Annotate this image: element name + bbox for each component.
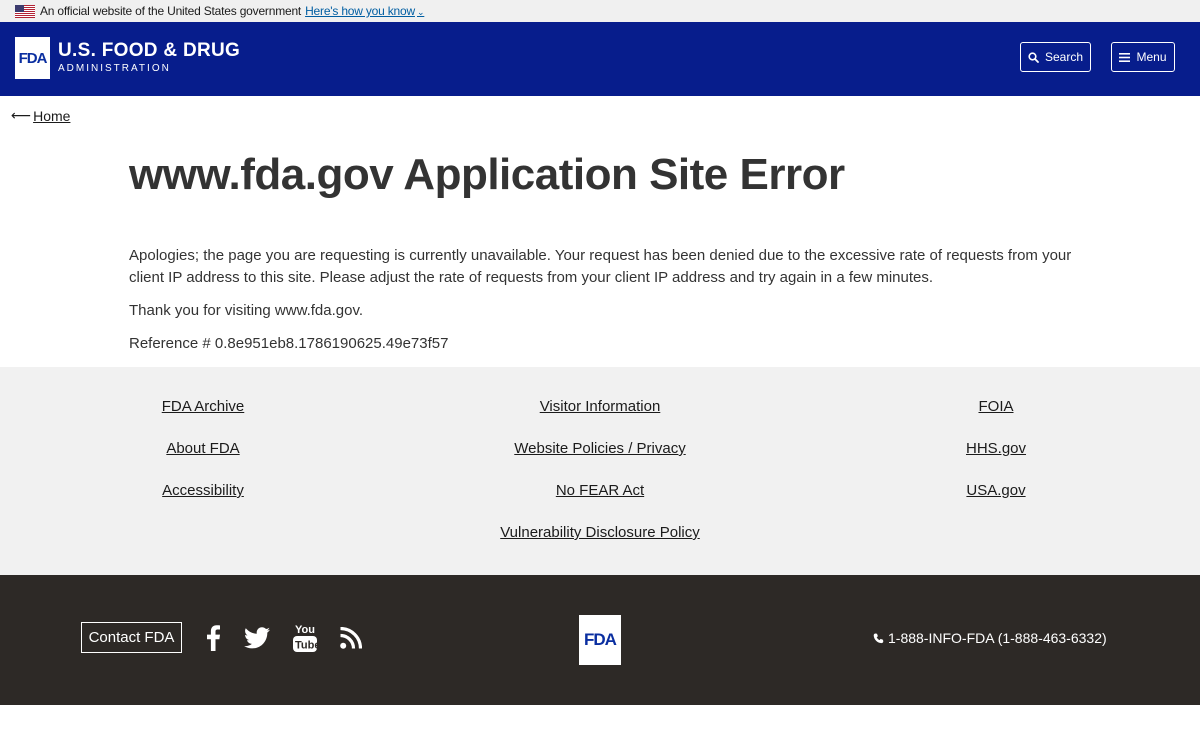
footer-link-visitor-information[interactable]: Visitor Information (540, 398, 661, 415)
gov-banner: An official website of the United States… (0, 0, 1200, 22)
us-flag-icon (15, 4, 35, 18)
footer-link-website-policies[interactable]: Website Policies / Privacy (514, 440, 685, 457)
fda-wordmark[interactable]: U.S. FOOD & DRUG ADMINISTRATION (58, 41, 240, 76)
fda-logo[interactable]: FDA (15, 37, 50, 79)
rss-icon[interactable] (336, 623, 366, 653)
search-button-label: Search (1044, 50, 1084, 64)
hamburger-icon (1119, 52, 1131, 62)
footer-link-fda-archive[interactable]: FDA Archive (162, 398, 245, 415)
svg-text:You: You (295, 624, 315, 636)
how-you-know-link[interactable]: Here's how you know ⌄ (305, 4, 424, 18)
footer-link-hhs[interactable]: HHS.gov (966, 440, 1026, 457)
facebook-icon[interactable] (198, 623, 228, 653)
arrow-left-icon: ⟵ (11, 107, 32, 123)
page-bottom (0, 705, 1200, 750)
footer-link-usa-gov[interactable]: USA.gov (966, 482, 1025, 499)
footer-link-vulnerability-disclosure[interactable]: Vulnerability Disclosure Policy (500, 524, 700, 541)
phone-icon (873, 633, 884, 643)
site-header: FDA U.S. FOOD & DRUG ADMINISTRATION Sear… (0, 22, 1200, 96)
wordmark-line1: U.S. FOOD & DRUG (58, 40, 241, 61)
svg-text:Tube: Tube (295, 640, 318, 652)
error-message: Apologies; the page you are requesting i… (129, 247, 1072, 286)
search-icon (1028, 51, 1039, 63)
menu-button-label: Menu (1136, 50, 1167, 64)
footer-link-foia[interactable]: FOIA (978, 398, 1013, 415)
official-website-text: An official website of the United States… (40, 4, 302, 18)
menu-button[interactable]: Menu (1111, 42, 1175, 72)
footer-link-accessibility[interactable]: Accessibility (162, 482, 244, 499)
chevron-down-icon: ⌄ (416, 7, 425, 17)
thank-you-message: Thank you for visiting www.fda.gov. (129, 302, 363, 319)
page-title: www.fda.gov Application Site Error (129, 150, 845, 199)
phone-number-text: 1-888-INFO-FDA (1-888-463-6332) (888, 630, 1107, 646)
breadcrumb: ⟵ Home (11, 107, 70, 124)
twitter-icon[interactable] (242, 623, 272, 653)
footer-links-section: FDA Archive About FDA Accessibility Visi… (0, 367, 1200, 575)
youtube-icon[interactable]: You Tube (290, 621, 320, 655)
reference-number: Reference # 0.8e951eb8.1786190625.49e73f… (129, 335, 449, 352)
footer-link-no-fear-act[interactable]: No FEAR Act (556, 482, 644, 499)
wordmark-line2: ADMINISTRATION (58, 63, 171, 74)
footer-link-about-fda[interactable]: About FDA (166, 440, 239, 457)
phone-number[interactable]: 1-888-INFO-FDA (1-888-463-6332) (873, 630, 1107, 646)
search-button[interactable]: Search (1020, 42, 1091, 72)
footer-fda-logo[interactable]: FDA (579, 615, 621, 665)
contact-fda-button[interactable]: Contact FDA (81, 622, 182, 653)
breadcrumb-home-link[interactable]: Home (33, 108, 70, 124)
footer-bar: Contact FDA You Tube FDA 1-888-INFO-FDA … (0, 575, 1200, 705)
